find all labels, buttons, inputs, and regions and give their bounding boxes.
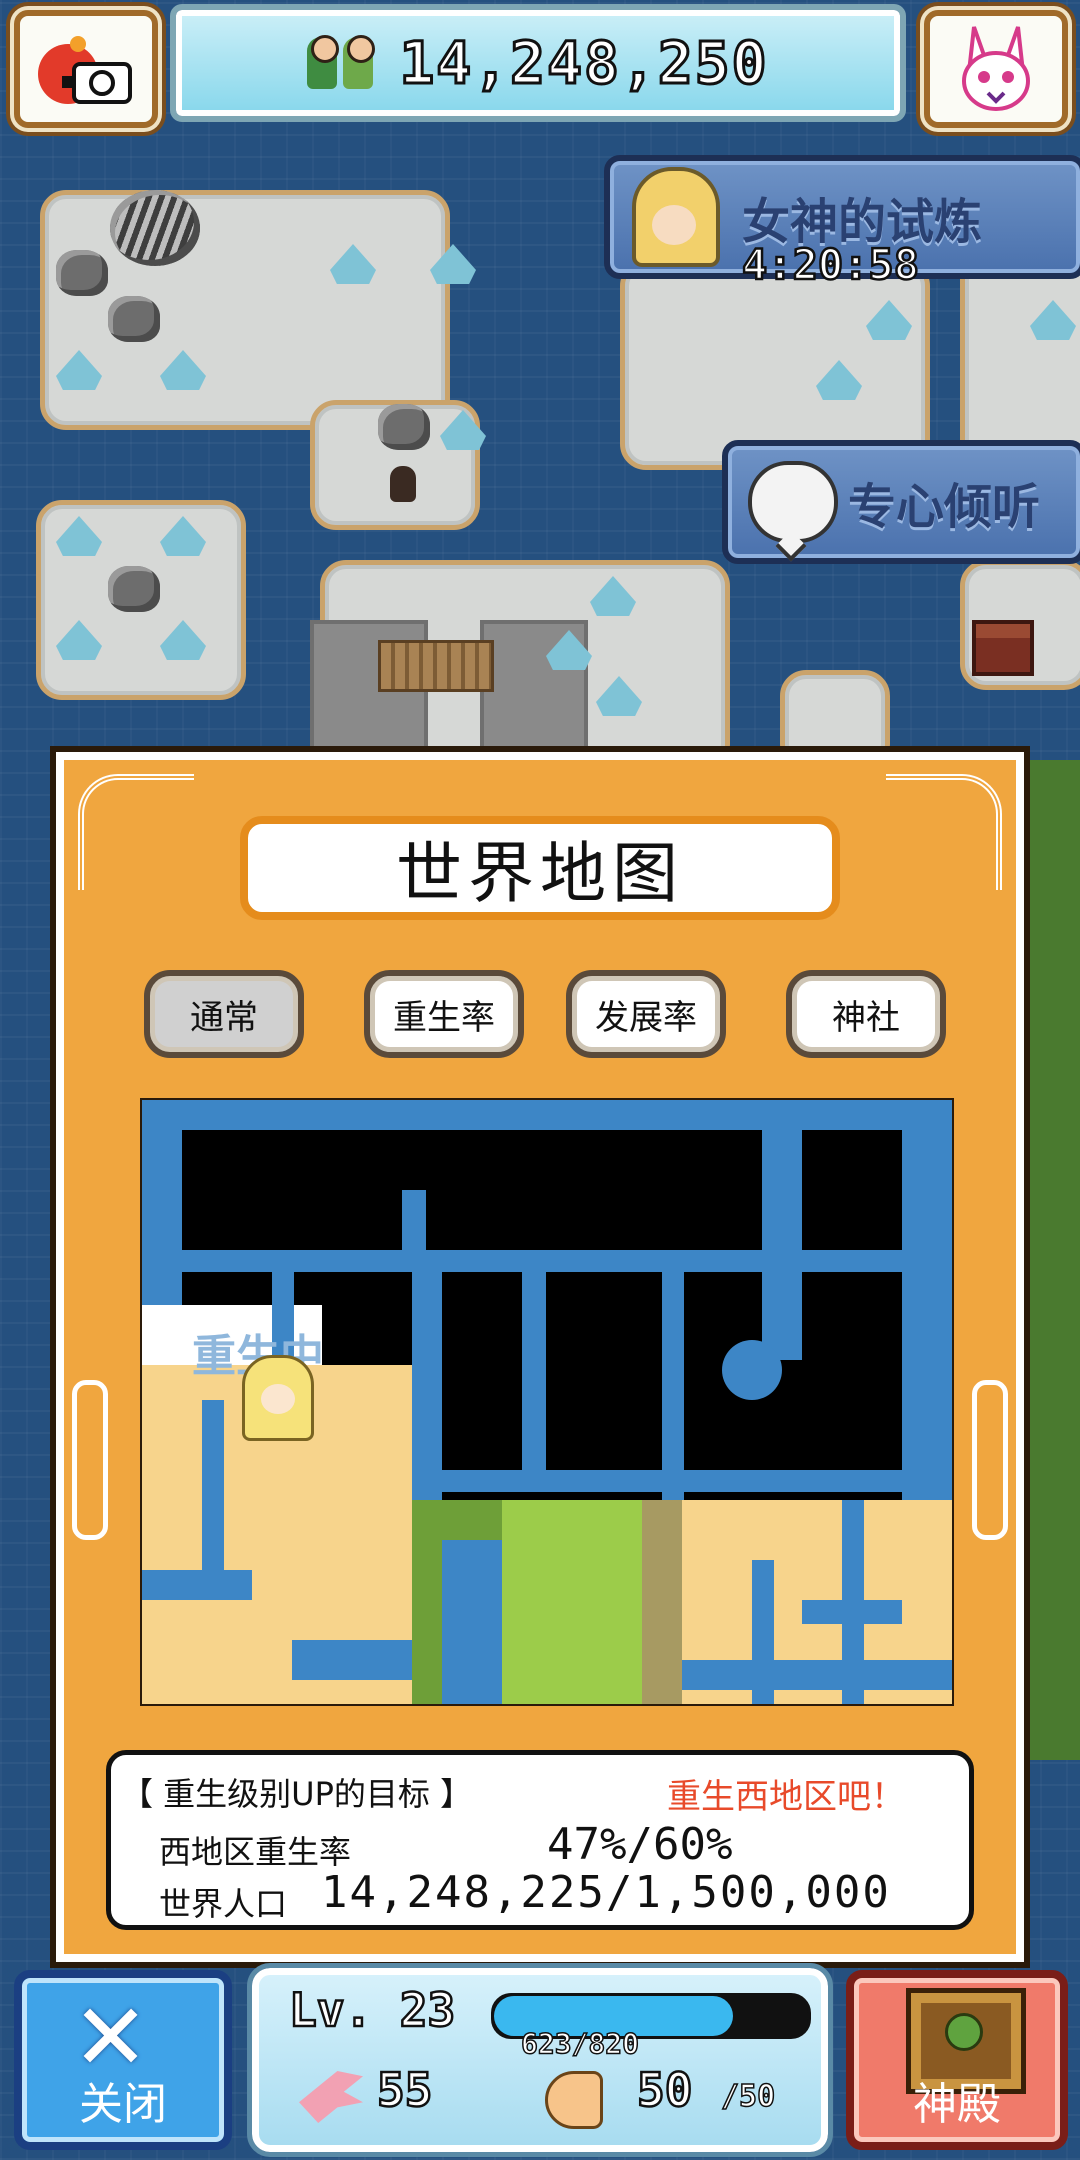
stamina-max: /50: [720, 2078, 776, 2115]
listen-label: 专心倾听: [848, 479, 1041, 535]
corner-ornament: [78, 774, 194, 890]
goddess-map-marker: [242, 1355, 314, 1441]
rock: [108, 296, 160, 342]
tab-development-rate[interactable]: 发展率: [566, 970, 726, 1058]
side-ornament: [972, 1380, 1008, 1540]
listen-banner[interactable]: 专心倾听: [722, 440, 1080, 564]
bunny-mascot-icon: [962, 26, 1030, 111]
goal-action: 重生西地区吧！: [667, 1777, 905, 1817]
rock: [378, 404, 430, 450]
side-ornament: [72, 1380, 108, 1540]
mini-world-map[interactable]: 重生中: [140, 1098, 954, 1706]
rock: [56, 250, 108, 296]
screenshot-button[interactable]: [14, 10, 158, 128]
camera-icon: [38, 36, 132, 104]
tab-rebirth-rate[interactable]: 重生率: [364, 970, 524, 1058]
world-map-dialog: 世界地图 通常 重生率 发展率 神社 重生中 【 重生级别UP的目标 】 重生西…: [50, 746, 1030, 1968]
treasure-chest[interactable]: [972, 620, 1034, 676]
temple-button[interactable]: 神殿: [846, 1970, 1068, 2150]
temple-label: 神殿: [913, 2079, 1001, 2130]
goal-title: 【 重生级别UP的目标 】: [121, 1775, 473, 1813]
power-value: 55: [376, 2062, 434, 2119]
hand-icon: [299, 2071, 363, 2123]
people-icon: [307, 35, 376, 89]
corner-ornament: [886, 774, 1002, 890]
close-button[interactable]: ✕ 关闭: [14, 1970, 232, 2150]
arm-icon: [545, 2071, 603, 2129]
island: [960, 250, 1080, 470]
grass-strip: [1020, 760, 1080, 1760]
goddess-icon: [632, 167, 720, 267]
rebirth-rate-value: 47%/60%: [547, 1819, 733, 1870]
rock: [108, 566, 160, 612]
dialog-title: 世界地图: [240, 816, 840, 920]
villager: [390, 466, 416, 502]
mascot-button[interactable]: [924, 10, 1068, 128]
population-value: 14,248,250: [398, 28, 769, 99]
stamina-value: 50: [636, 2062, 694, 2119]
tab-normal[interactable]: 通常: [144, 970, 304, 1058]
world-population-value: 14,248,225/1,500,000: [321, 1867, 891, 1918]
island: [40, 190, 450, 430]
tab-shrine[interactable]: 神社: [786, 970, 946, 1058]
wooden-bridge: [378, 640, 494, 692]
goddess-trial-timer: 4:20:58: [741, 239, 921, 291]
speech-bubble-icon: [748, 461, 838, 543]
rebirth-goal-panel: 【 重生级别UP的目标 】 重生西地区吧！ 西地区重生率 47%/60% 世界人…: [106, 1750, 974, 1930]
player-status-panel: Lv. 23 623/820 55 50 /50: [247, 1963, 833, 2157]
population-counter: 14,248,250: [170, 4, 906, 122]
level-label: Lv. 23: [288, 1982, 457, 2039]
island: [620, 260, 930, 470]
close-label: 关闭: [79, 2079, 167, 2130]
world-population-label: 世界人口: [159, 1885, 288, 1923]
xp-value: 623/820: [520, 2026, 640, 2061]
rock: [110, 190, 200, 266]
